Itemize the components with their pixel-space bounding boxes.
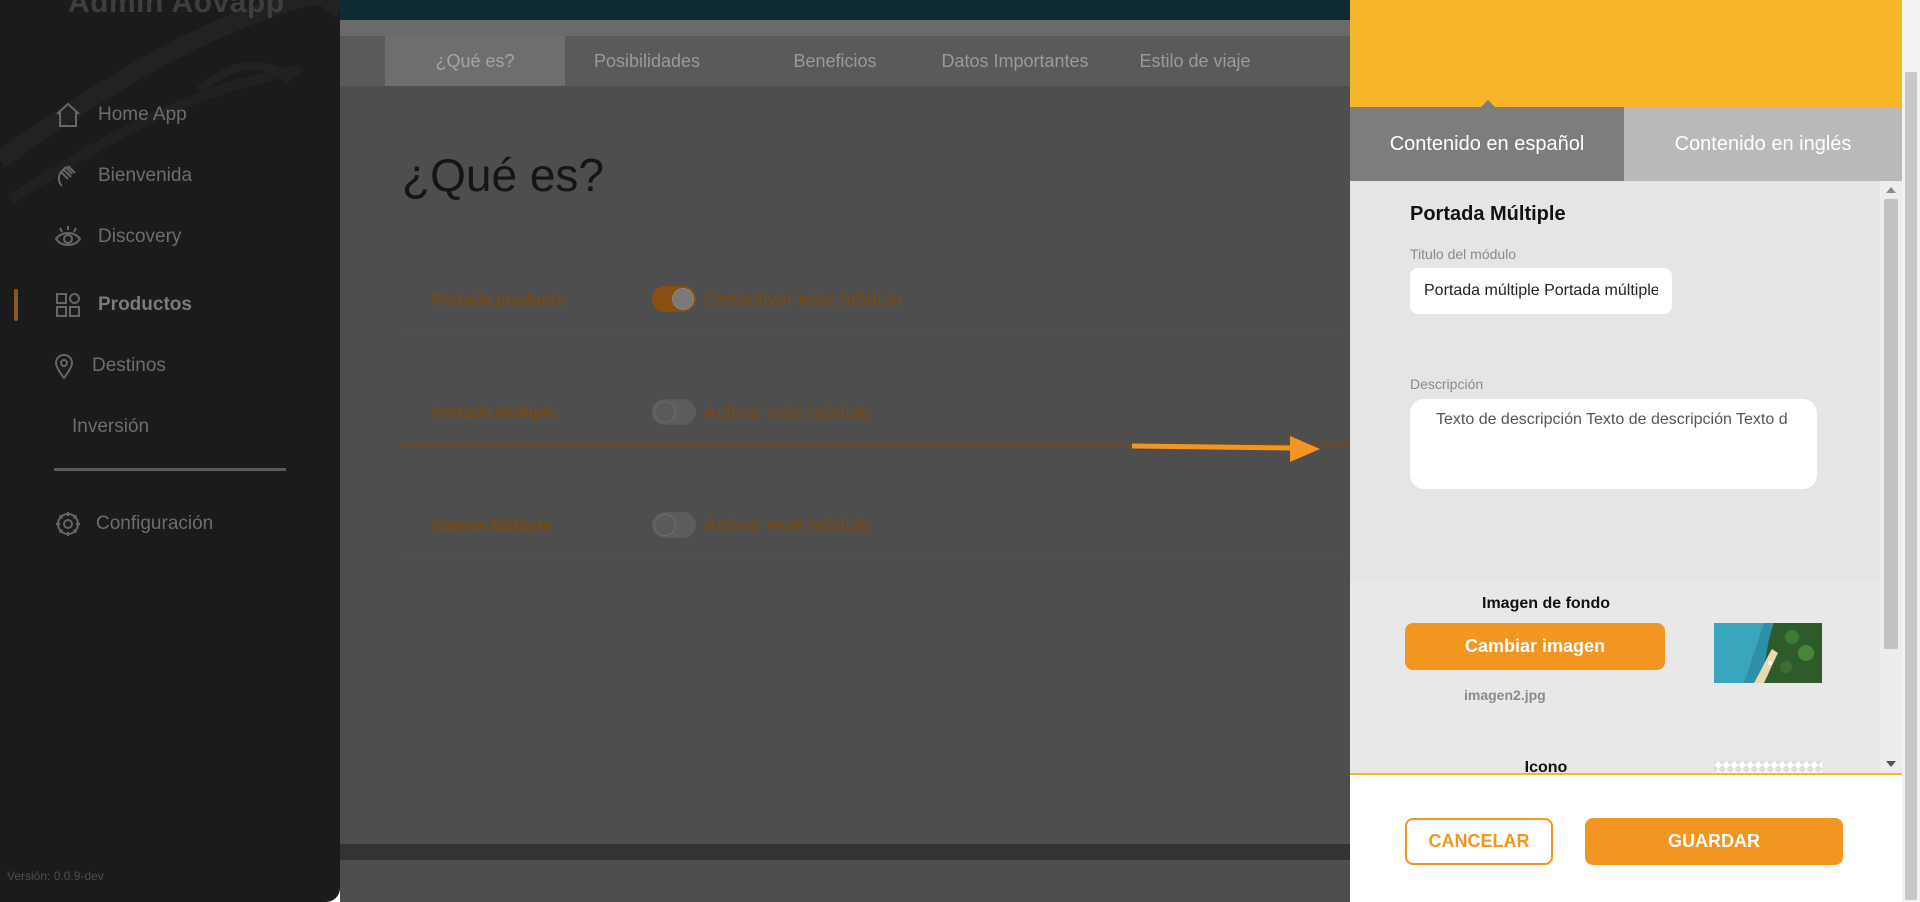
description-textarea[interactable]: Texto de descripción Texto de descripció… [1410,399,1817,489]
sidebar-item-productos[interactable]: Productos [0,285,340,325]
sidebar-item-label: Bienvenida [98,165,193,186]
panel-header [1350,0,1902,107]
tab-que-es[interactable]: ¿Qué es? [385,36,565,86]
module-toggle[interactable] [652,399,696,425]
module-name: Portada Múltiple [432,405,557,422]
background-image-label: Imagen de fondo [1482,595,1610,612]
sidebar-item-configuracion[interactable]: Configuración [0,504,340,544]
scroll-down-icon[interactable] [1886,761,1896,767]
sidebar-item-label: Destinos [92,355,166,376]
sidebar-divider [54,468,286,471]
sidebar-item-label: Configuración [96,513,214,534]
title-field-label: Titulo del módulo [1410,246,1517,262]
page-title: ¿Qué es? [402,149,604,201]
location-pin-icon [50,352,78,380]
page-scrollbar[interactable] [1902,0,1920,902]
below-area [340,860,1350,902]
module-toggle-label: Activar este módulo [704,403,871,424]
background-image-thumbnail [1714,623,1822,683]
sidebar-item-bienvenida[interactable]: Bienvenida [0,156,340,196]
tab-estilo-de-viaje[interactable]: Estilo de viaje [1120,36,1270,86]
sidebar-item-label: Productos [98,294,192,315]
version-label: Versión: 0.0.9-dev [7,869,104,883]
sidebar-item-destinos[interactable]: Destinos [0,346,340,386]
scroll-thumb[interactable] [1884,199,1898,649]
top-bar [340,0,1350,20]
sidebar-item-label: Inversión [72,416,150,437]
toggle-knob [672,288,694,310]
panel-body: Portada Múltiple Titulo del módulo Descr… [1350,181,1880,773]
section-title: Portada Múltiple [1410,203,1566,225]
image-filename: imagen2.jpg [1464,687,1546,703]
description-field-label: Descripción [1410,376,1484,392]
scroll-up-icon[interactable] [1886,187,1896,193]
icon-label: Icono [1524,759,1568,773]
module-name: Portada producto [432,292,566,309]
panel-footer: CANCELAR GUARDAR [1350,773,1902,902]
module-row-portada-producto: Portada producto Desactivar este módulo [402,272,1350,332]
eye-icon [54,223,82,251]
cancel-button[interactable]: CANCELAR [1405,818,1553,865]
page-scroll-thumb[interactable] [1905,72,1917,900]
sidebar-item-inversion[interactable]: Inversión [0,407,340,447]
edit-panel: Contenido en español Contenido en inglés… [1350,0,1920,902]
home-icon [54,101,82,129]
panel-scrollbar[interactable] [1880,181,1902,773]
tab-beneficios[interactable]: Beneficios [760,36,910,86]
module-title-input[interactable] [1410,268,1672,314]
annotation-arrow-icon [1132,436,1320,462]
sidebar-item-home-app[interactable]: Home App [0,95,340,135]
toggle-knob [654,514,676,536]
module-toggle[interactable] [652,512,696,538]
tab-posibilidades[interactable]: Posibilidades [572,36,722,86]
gear-icon [54,510,82,538]
change-image-button[interactable]: Cambiar imagen [1405,623,1665,670]
horizontal-scrollbar[interactable] [340,844,1350,860]
tab-contenido-ingles[interactable]: Contenido en inglés [1624,107,1902,181]
grid-icon [54,291,82,319]
module-toggle[interactable] [652,286,696,312]
toggle-knob [654,401,676,423]
icon-thumbnail [1714,761,1822,773]
sidebar-item-label: Discovery [98,226,182,247]
module-toggle-label: Activar este módulo [704,516,871,537]
language-tabs: Contenido en español Contenido en inglés [1350,107,1902,181]
top-bar-strip [340,20,1350,36]
wave-hand-icon [54,162,82,190]
sidebar-item-label: Home App [98,104,187,125]
form-area: Portada Múltiple Titulo del módulo Descr… [1350,181,1880,581]
sidebar: Admin Aovapp Home App Bienvenida Discove… [0,0,340,902]
sidebar-item-discovery[interactable]: Discovery [0,217,340,257]
image-area: Imagen de fondo Cambiar imagen imagen2.j… [1350,581,1880,773]
module-row-galeria-multiple: Galería Múltiple Activar este módulo [402,498,1350,558]
save-button[interactable]: GUARDAR [1585,818,1843,865]
section-tabs: ¿Qué es? Posibilidades Beneficios Datos … [340,36,1350,86]
tab-contenido-espanol[interactable]: Contenido en español [1350,107,1624,181]
module-toggle-label: Desactivar este módulo [704,290,903,311]
app-title: Admin Aovapp [68,0,285,19]
module-name: Galería Múltiple [432,518,552,535]
tab-datos-importantes[interactable]: Datos Importantes [925,36,1105,86]
